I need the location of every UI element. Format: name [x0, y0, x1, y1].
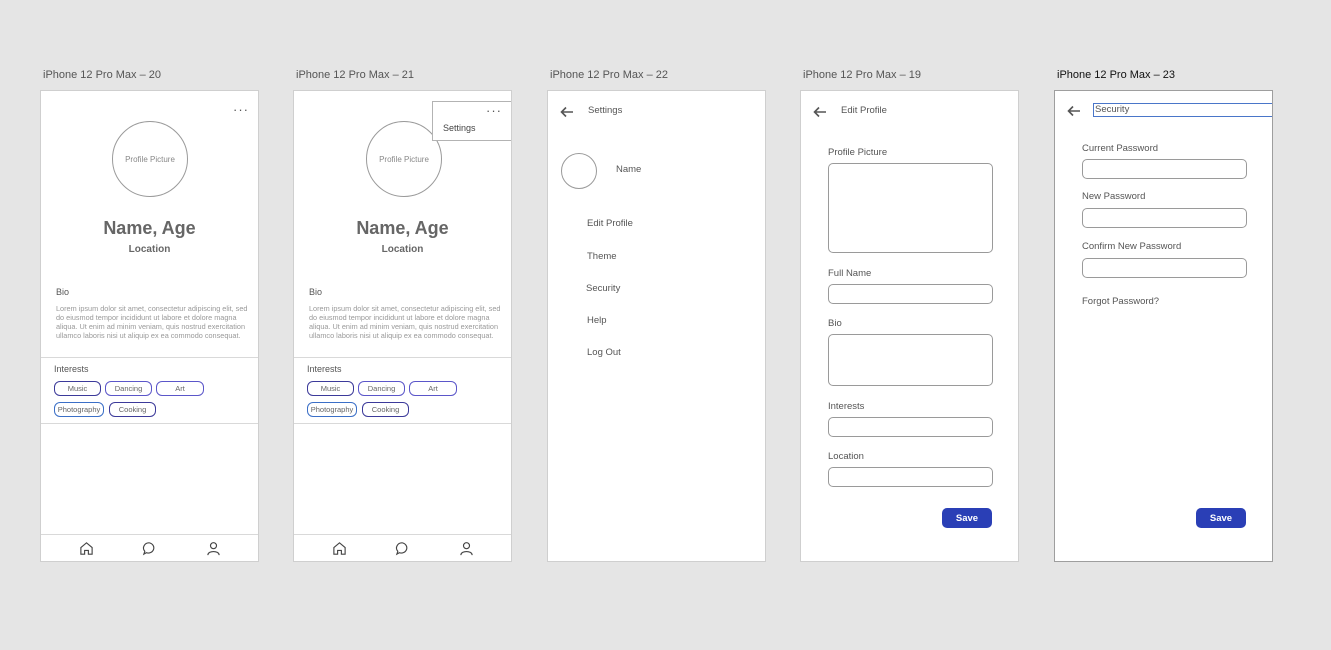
dropdown-item-settings[interactable]: Settings [443, 123, 476, 133]
interests-input[interactable] [828, 417, 993, 437]
bio-textarea[interactable] [828, 334, 993, 386]
profile-frame: ··· Profile Picture Name, Age Location B… [40, 90, 259, 562]
profile-picture-label: Profile Picture [828, 147, 888, 158]
menu-item-theme[interactable]: Theme [587, 251, 617, 262]
avatar[interactable] [561, 153, 597, 189]
profile-picture[interactable]: Profile Picture [112, 121, 188, 197]
interest-chip[interactable]: Dancing [358, 381, 405, 396]
new-password-label: New Password [1082, 191, 1146, 202]
chat-icon[interactable] [395, 541, 410, 556]
interests-label: Interests [54, 364, 89, 374]
location-text: Location [128, 244, 171, 255]
user-icon[interactable] [206, 541, 221, 556]
full-name-input[interactable] [828, 284, 993, 304]
confirm-password-label: Confirm New Password [1082, 241, 1182, 252]
back-arrow-icon[interactable] [1067, 105, 1081, 117]
more-options-button[interactable]: ··· [233, 103, 249, 116]
bio-label: Bio [828, 318, 842, 329]
divider [294, 357, 511, 358]
interests-label: Interests [828, 401, 865, 412]
profile-name[interactable]: Name [616, 164, 641, 175]
interest-chip[interactable]: Photography [307, 402, 357, 417]
bio-text: Lorem ipsum dolor sit amet, consectetur … [309, 304, 501, 340]
profile-picture-upload[interactable] [828, 163, 993, 253]
menu-item-edit-profile[interactable]: Edit Profile [587, 218, 633, 229]
name-age-heading: Name, Age [356, 218, 449, 238]
save-button[interactable]: Save [1196, 508, 1246, 528]
security-frame: Security Current Password New Password C… [1054, 90, 1273, 562]
bottom-nav [294, 534, 511, 561]
confirm-password-input[interactable] [1082, 258, 1247, 278]
more-options-button[interactable]: ··· [486, 104, 502, 117]
interest-chip[interactable]: Art [156, 381, 204, 396]
settings-frame: Settings Name Edit Profile Theme Securit… [547, 90, 766, 562]
frame-label-20[interactable]: iPhone 12 Pro Max – 20 [43, 69, 161, 81]
bio-text: Lorem ipsum dolor sit amet, consectetur … [56, 304, 248, 340]
bio-label: Bio [56, 287, 70, 297]
divider [41, 357, 258, 358]
back-arrow-icon[interactable] [560, 106, 574, 118]
location-label: Location [828, 451, 864, 462]
divider [294, 423, 511, 424]
home-icon[interactable] [332, 541, 347, 556]
menu-item-security[interactable]: Security [586, 283, 620, 294]
frame-label-23[interactable]: iPhone 12 Pro Max – 23 [1057, 69, 1175, 81]
location-text: Location [381, 244, 424, 255]
bio-label: Bio [309, 287, 323, 297]
profile-dropdown-frame: Profile Picture Name, Age Location Bio L… [293, 90, 512, 562]
frame-label-21[interactable]: iPhone 12 Pro Max – 21 [296, 69, 414, 81]
divider [41, 423, 258, 424]
frame-label-22[interactable]: iPhone 12 Pro Max – 22 [550, 69, 668, 81]
frame-label-19[interactable]: iPhone 12 Pro Max – 19 [803, 69, 921, 81]
new-password-input[interactable] [1082, 208, 1247, 228]
profile-picture-placeholder: Profile Picture [125, 154, 175, 164]
interest-chip[interactable]: Dancing [105, 381, 152, 396]
current-password-input[interactable] [1082, 159, 1247, 179]
user-icon[interactable] [459, 541, 474, 556]
full-name-label: Full Name [828, 268, 872, 279]
bottom-nav [41, 534, 258, 561]
interest-chip[interactable]: Cooking [109, 402, 156, 417]
profile-picture-placeholder: Profile Picture [379, 154, 429, 164]
interest-chip[interactable]: Photography [54, 402, 104, 417]
interest-chip[interactable]: Art [409, 381, 457, 396]
options-dropdown: ··· Settings [432, 101, 511, 141]
location-input[interactable] [828, 467, 993, 487]
menu-item-help[interactable]: Help [587, 315, 607, 326]
forgot-password-link[interactable]: Forgot Password? [1082, 296, 1159, 307]
chat-icon[interactable] [142, 541, 157, 556]
save-button[interactable]: Save [942, 508, 992, 528]
home-icon[interactable] [79, 541, 94, 556]
screen-title[interactable]: Security [1093, 103, 1272, 117]
interest-chip[interactable]: Music [54, 381, 101, 396]
back-arrow-icon[interactable] [813, 106, 827, 118]
interest-chip[interactable]: Cooking [362, 402, 409, 417]
screen-title: Edit Profile [841, 105, 887, 116]
name-age-heading: Name, Age [103, 218, 196, 238]
interests-label: Interests [307, 364, 342, 374]
current-password-label: Current Password [1082, 143, 1159, 154]
profile-picture[interactable]: Profile Picture [366, 121, 442, 197]
interest-chip[interactable]: Music [307, 381, 354, 396]
edit-profile-frame: Edit Profile Profile Picture Full Name B… [800, 90, 1019, 562]
menu-item-log-out[interactable]: Log Out [587, 347, 621, 358]
screen-title: Settings [588, 105, 623, 116]
